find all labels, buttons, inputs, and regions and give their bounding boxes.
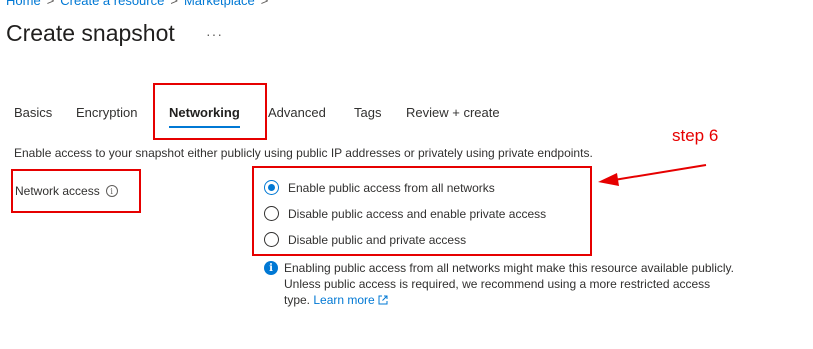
tab-advanced[interactable]: Advanced — [268, 105, 326, 120]
tab-tags[interactable]: Tags — [354, 105, 381, 120]
breadcrumb-separator: > — [260, 0, 269, 8]
tab-encryption[interactable]: Encryption — [76, 105, 137, 120]
info-filled-icon: i — [264, 261, 278, 275]
breadcrumb: Home > Create a resource > Marketplace > — [6, 0, 274, 8]
breadcrumb-marketplace[interactable]: Marketplace — [184, 0, 255, 8]
breadcrumb-home[interactable]: Home — [6, 0, 41, 8]
more-options-icon[interactable]: ··· — [206, 26, 223, 42]
info-note: Enabling public access from all networks… — [284, 260, 739, 308]
arrow-icon — [598, 164, 707, 186]
networking-description: Enable access to your snapshot either pu… — [14, 146, 593, 160]
learn-more-link[interactable]: Learn more — [313, 293, 388, 307]
breadcrumb-separator: > — [46, 0, 55, 8]
page-title: Create snapshot — [6, 20, 175, 46]
external-link-icon — [378, 295, 388, 305]
breadcrumb-create-resource[interactable]: Create a resource — [60, 0, 164, 8]
tab-basics[interactable]: Basics — [14, 105, 52, 120]
highlight-box-networking-tab — [153, 83, 267, 140]
breadcrumb-separator: > — [170, 0, 178, 8]
highlight-box-network-access — [11, 169, 141, 213]
tab-review-create[interactable]: Review + create — [406, 105, 500, 120]
highlight-box-radio-options — [252, 166, 592, 256]
